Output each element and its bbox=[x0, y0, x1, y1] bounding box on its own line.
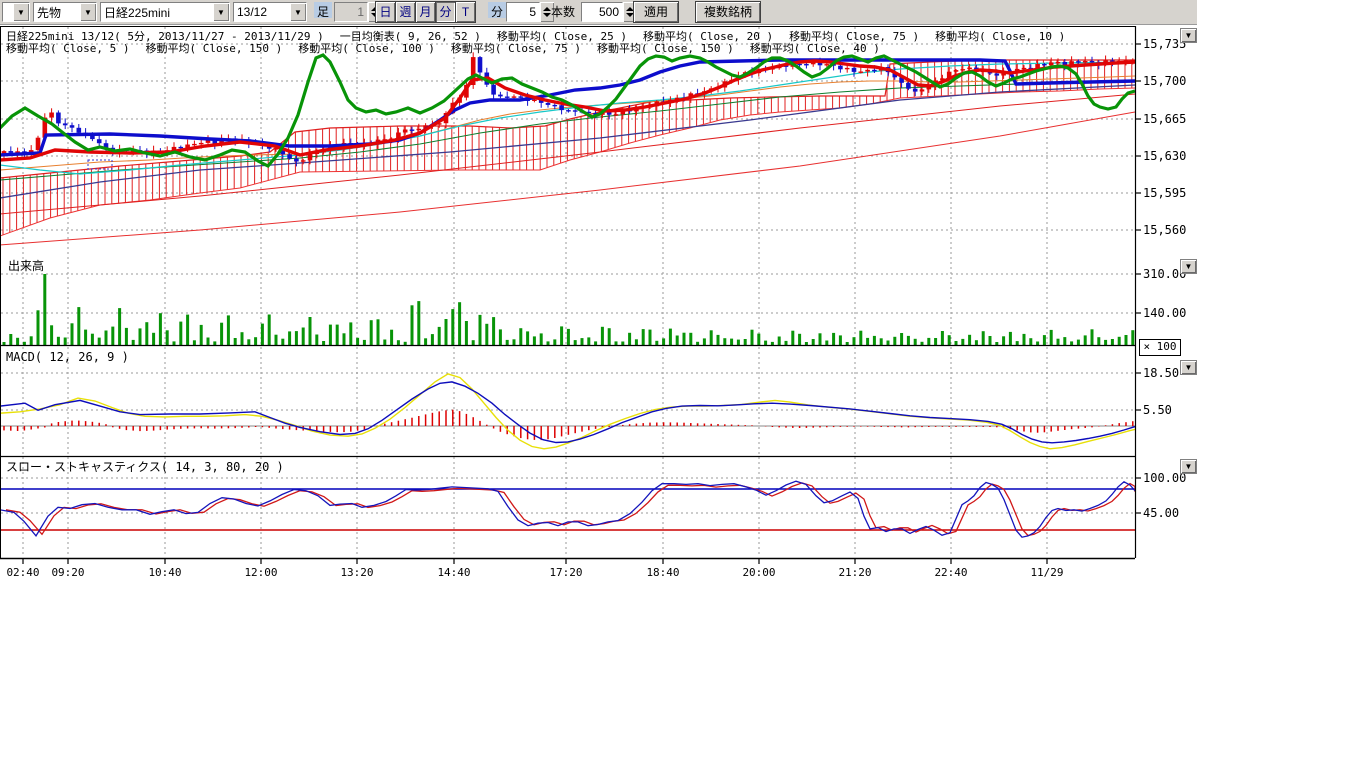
stoch-axis-label: 45.00 bbox=[1143, 506, 1179, 520]
time-axis-label: 13:20 bbox=[340, 566, 373, 579]
app-window: { "toolbar": { "style_combo_value": "", … bbox=[0, 0, 1366, 768]
time-axis-label: 22:40 bbox=[934, 566, 967, 579]
time-axis-label: 09:20 bbox=[51, 566, 84, 579]
indicator-legend-line2: 移動平均( Close, 5 ) 移動平均( Close, 150 ) 移動平均( … bbox=[6, 40, 896, 56]
stoch-axis-label: 100.00 bbox=[1143, 471, 1186, 485]
time-axis-label: 17:20 bbox=[549, 566, 582, 579]
price-axis-label: 15,595 bbox=[1143, 186, 1186, 200]
time-axis-label: 21:20 bbox=[838, 566, 871, 579]
macd-axis-label: 18.50 bbox=[1143, 366, 1179, 380]
scroll-down-button-macd[interactable]: ▼ bbox=[1181, 361, 1196, 374]
stoch-pane-label: スロー・ストキャスティクス( 14, 3, 80, 20 ) bbox=[6, 458, 284, 475]
legend-item: 移動平均( Close, 150 ) bbox=[597, 42, 734, 55]
legend-item: 移動平均( Close, 150 ) bbox=[145, 42, 282, 55]
price-axis-label: 15,735 bbox=[1143, 37, 1186, 51]
legend-item: 移動平均( Close, 75 ) bbox=[451, 42, 581, 55]
time-axis-label: 10:40 bbox=[148, 566, 181, 579]
time-axis-label: 02:40 bbox=[6, 566, 39, 579]
time-axis-label: 14:40 bbox=[437, 566, 470, 579]
legend-item: 移動平均( Close, 40 ) bbox=[750, 42, 880, 55]
volume-multiplier-badge: × 100 bbox=[1139, 339, 1181, 356]
legend-item: 移動平均( Close, 10 ) bbox=[935, 30, 1065, 43]
price-axis-label: 15,700 bbox=[1143, 74, 1186, 88]
time-axis-label: 11/29 bbox=[1030, 566, 1063, 579]
macd-pane-label: MACD( 12, 26, 9 ) bbox=[6, 350, 129, 364]
time-axis-label: 20:00 bbox=[742, 566, 775, 579]
volume-axis-label: 310.00 bbox=[1143, 267, 1186, 281]
volume-axis-label: 140.00 bbox=[1143, 306, 1186, 320]
scroll-down-button-volume[interactable]: ▼ bbox=[1181, 260, 1196, 273]
scroll-down-button-stoch[interactable]: ▼ bbox=[1181, 460, 1196, 473]
scroll-down-button-price[interactable]: ▼ bbox=[1181, 29, 1196, 42]
time-axis-label: 18:40 bbox=[646, 566, 679, 579]
price-axis-label: 15,560 bbox=[1143, 223, 1186, 237]
legend-item: 移動平均( Close, 100 ) bbox=[298, 42, 435, 55]
time-axis-label: 12:00 bbox=[244, 566, 277, 579]
price-axis-label: 15,630 bbox=[1143, 149, 1186, 163]
macd-axis-label: 5.50 bbox=[1143, 403, 1172, 417]
legend-item: 移動平均( Close, 5 ) bbox=[6, 42, 129, 55]
volume-pane-label: 出来高 bbox=[8, 257, 44, 274]
price-axis-label: 15,665 bbox=[1143, 112, 1186, 126]
